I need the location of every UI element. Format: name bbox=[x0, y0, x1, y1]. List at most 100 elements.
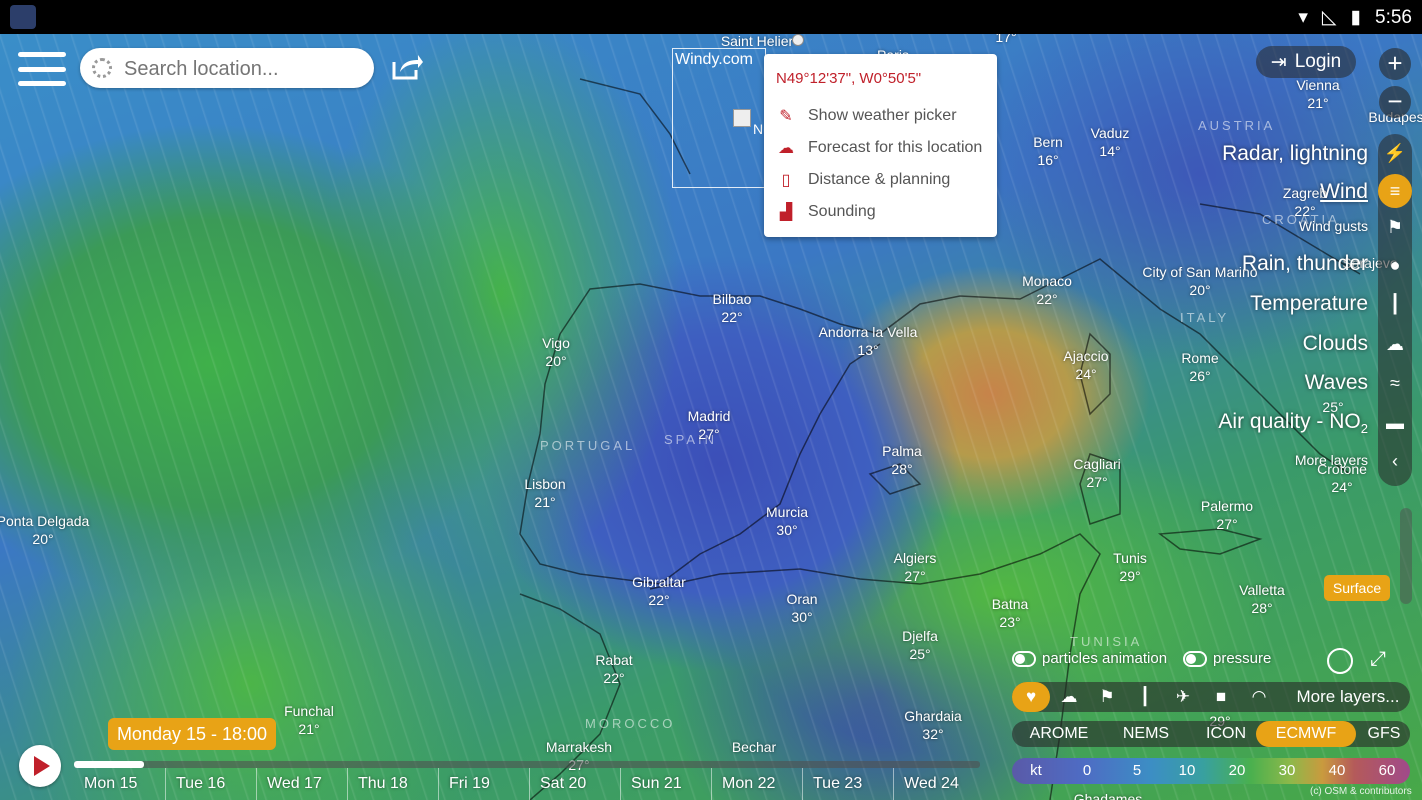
menu-item-sounding[interactable]: ▟ Sounding bbox=[776, 199, 876, 225]
city-label: Djelfa 25° bbox=[902, 628, 938, 662]
city-label: Gibraltar 22° bbox=[632, 574, 686, 608]
forecast-icon[interactable]: ☁ bbox=[1054, 682, 1084, 712]
minimap-partial-text: N bbox=[753, 121, 764, 137]
thermometer-icon[interactable]: ┃ bbox=[1378, 287, 1412, 321]
zoom-out-button[interactable]: − bbox=[1379, 86, 1411, 118]
country-label: MOROCCO bbox=[585, 716, 676, 731]
altitude-slider[interactable] bbox=[1400, 508, 1412, 604]
layer-temperature[interactable]: Temperature bbox=[1250, 292, 1368, 316]
minimap-label: Windy.com bbox=[675, 51, 753, 68]
layer-air-quality[interactable]: Air quality - NO2 bbox=[1218, 410, 1368, 436]
pressure-toggle[interactable]: pressure bbox=[1183, 650, 1271, 667]
share-button[interactable] bbox=[390, 52, 424, 82]
layer-rain[interactable]: Rain, thunder bbox=[1242, 252, 1368, 276]
city-label: Algiers 27° bbox=[893, 550, 937, 584]
legend-value: 30 bbox=[1278, 762, 1296, 779]
play-button[interactable] bbox=[19, 745, 61, 787]
timeline-day[interactable]: Mon 22 bbox=[711, 768, 802, 800]
city-label: Bern 16° bbox=[1033, 134, 1063, 168]
legend-value: 5 bbox=[1132, 762, 1142, 779]
timeline-day[interactable]: Sun 21 bbox=[620, 768, 711, 800]
model-ecmwf[interactable]: ECMWF bbox=[1256, 721, 1356, 747]
drop-icon[interactable]: ● bbox=[1378, 248, 1412, 282]
forecast-icon: ☁ bbox=[778, 140, 794, 157]
model-gfs[interactable]: GFS bbox=[1360, 721, 1408, 747]
model-arome[interactable]: AROME bbox=[1018, 721, 1100, 747]
layer-waves[interactable]: Waves bbox=[1305, 371, 1368, 395]
timeline-day[interactable]: Thu 18 bbox=[347, 768, 438, 800]
layer-more[interactable]: More layers bbox=[1295, 452, 1368, 468]
menu-item-weather-picker[interactable]: ✎ Show weather picker bbox=[776, 103, 956, 129]
minimap[interactable]: Windy.com N bbox=[672, 48, 766, 188]
temp-label: 17° bbox=[995, 34, 1017, 45]
layer-wind[interactable]: Wind bbox=[1320, 180, 1368, 204]
cloud-icon[interactable]: ☁ bbox=[1378, 327, 1412, 361]
city-label: Valletta 28° bbox=[1239, 582, 1285, 616]
car-icon[interactable]: ▬ bbox=[1378, 406, 1412, 440]
model-nems[interactable]: NEMS bbox=[1108, 721, 1184, 747]
webcam-icon[interactable]: ■ bbox=[1206, 682, 1236, 712]
share-icon bbox=[392, 55, 423, 80]
menu-item-forecast[interactable]: ☁ Forecast for this location bbox=[776, 135, 982, 161]
menu-icon bbox=[18, 52, 66, 57]
layer-clouds[interactable]: Clouds bbox=[1303, 332, 1368, 356]
surface-level-badge[interactable]: Surface bbox=[1324, 575, 1390, 601]
menu-button[interactable] bbox=[18, 52, 66, 86]
city-label: Andorra la Vella 13° bbox=[818, 324, 918, 358]
chevron-left-icon[interactable]: ‹ bbox=[1378, 444, 1412, 478]
timeline-days: Mon 15 Tue 16 Wed 17 Thu 18 Fri 19 Sat 2… bbox=[74, 768, 980, 800]
timeline-track[interactable] bbox=[74, 761, 980, 768]
broken-image-icon bbox=[733, 109, 751, 127]
city-label: Rome 26° bbox=[1181, 350, 1219, 384]
city-label: Palermo 27° bbox=[1200, 498, 1254, 532]
country-label: TUNISIA bbox=[1070, 634, 1143, 649]
wind-icon[interactable]: ≡ bbox=[1378, 174, 1412, 208]
loading-spinner-icon bbox=[92, 58, 112, 78]
fullscreen-icon[interactable]: ⤢ bbox=[1370, 648, 1392, 670]
clock-icon[interactable] bbox=[1327, 648, 1353, 674]
more-layers-button[interactable]: More layers... bbox=[1288, 682, 1408, 712]
timeline-day[interactable]: Wed 17 bbox=[256, 768, 347, 800]
picker-icon: ✎ bbox=[779, 108, 793, 125]
search-box[interactable] bbox=[80, 48, 374, 88]
no-signal-icon: ◺ bbox=[1321, 7, 1337, 28]
location-context-menu: N49°12'37", W0°50'5" ✎ Show weather picke… bbox=[764, 54, 997, 237]
airplane-icon[interactable]: ✈ bbox=[1168, 682, 1198, 712]
timeline-day[interactable]: Wed 24 bbox=[893, 768, 980, 800]
clock-text: 5:56 bbox=[1375, 6, 1412, 28]
color-legend: kt 0 5 10 20 30 40 60 bbox=[1012, 758, 1410, 784]
layer-wind-gusts[interactable]: Wind gusts bbox=[1299, 218, 1368, 234]
zoom-in-button[interactable]: + bbox=[1379, 48, 1411, 80]
model-icon[interactable]: ICON bbox=[1190, 721, 1262, 747]
flag-icon[interactable]: ⚑ bbox=[1378, 210, 1412, 244]
timeline-day[interactable]: Mon 15 bbox=[74, 768, 165, 800]
login-icon: ⇥ bbox=[1270, 51, 1287, 73]
legend-value: 0 bbox=[1082, 762, 1092, 779]
city-label: Lisbon 21° bbox=[524, 476, 566, 510]
radar-sweep-icon[interactable]: ◠ bbox=[1244, 682, 1274, 712]
layer-radar[interactable]: Radar, lightning bbox=[1222, 142, 1368, 166]
current-time-badge[interactable]: Monday 15 - 18:00 bbox=[108, 718, 276, 750]
timeline-day[interactable]: Sat 20 bbox=[529, 768, 620, 800]
radar-icon[interactable]: ⚡ bbox=[1378, 136, 1412, 170]
city-label: Palma 28° bbox=[882, 443, 922, 477]
layer-rail: ⚡ ≡ ⚑ ● ┃ ☁ ≈ ▬ ‹ bbox=[1378, 134, 1412, 486]
flag-icon[interactable]: ⚑ bbox=[1092, 682, 1122, 712]
legend-value: 40 bbox=[1328, 762, 1346, 779]
thermometer-icon[interactable]: ┃ bbox=[1130, 682, 1160, 712]
attribution-text[interactable]: (c) OSM & contributors bbox=[1310, 786, 1412, 797]
menu-item-distance[interactable]: ▯ Distance & planning bbox=[776, 167, 951, 193]
search-input[interactable] bbox=[122, 56, 366, 82]
heart-icon[interactable]: ♥ bbox=[1012, 682, 1050, 712]
particles-toggle[interactable]: particles animation bbox=[1012, 650, 1167, 667]
timeline-day[interactable]: Tue 16 bbox=[165, 768, 256, 800]
battery-icon: ▮ bbox=[1350, 7, 1362, 28]
city-label: Bechar bbox=[731, 739, 777, 755]
timeline-day[interactable]: Fri 19 bbox=[438, 768, 529, 800]
timeline-day[interactable]: Tue 23 bbox=[802, 768, 893, 800]
waves-icon[interactable]: ≈ bbox=[1378, 366, 1412, 400]
city-label: Ponta Delgada 20° bbox=[0, 513, 90, 547]
ruler-icon: ▯ bbox=[781, 172, 791, 189]
login-button[interactable]: ⇥ Login bbox=[1256, 46, 1356, 78]
location-pin-icon[interactable] bbox=[792, 34, 804, 46]
